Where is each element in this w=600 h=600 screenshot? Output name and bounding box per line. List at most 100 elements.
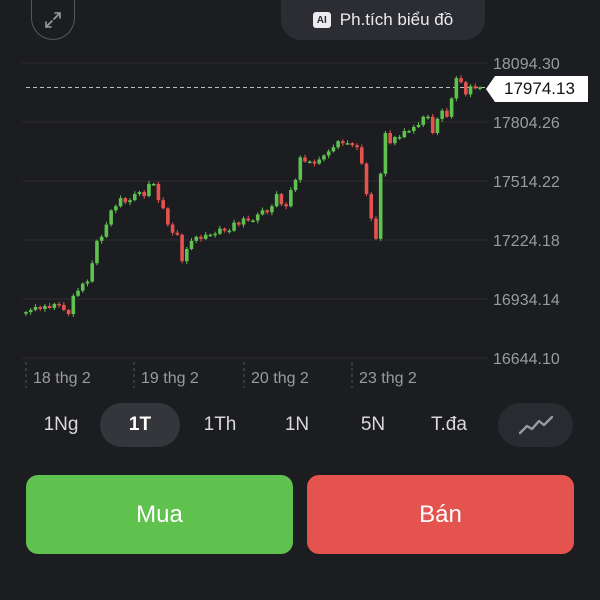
candle xyxy=(449,98,454,117)
period-label: 1T xyxy=(128,414,152,435)
candle xyxy=(227,230,232,233)
period-1n[interactable]: 1N xyxy=(260,403,334,447)
period-selector: 1Ng 1T 1Th 1N 5N T.đa xyxy=(22,403,492,447)
candle xyxy=(369,194,374,219)
period-5n[interactable]: 5N xyxy=(334,403,412,447)
candle xyxy=(307,161,312,164)
candle xyxy=(464,82,468,95)
candle xyxy=(189,240,194,249)
candle xyxy=(345,143,350,145)
period-1ng[interactable]: 1Ng xyxy=(22,403,100,447)
candle xyxy=(393,137,397,144)
candle xyxy=(407,131,411,133)
candle xyxy=(388,133,392,144)
candle xyxy=(142,192,147,197)
candle xyxy=(421,116,426,125)
candle xyxy=(237,222,241,225)
candle xyxy=(52,303,57,308)
candle xyxy=(251,220,255,223)
candle xyxy=(218,228,222,234)
candle xyxy=(279,194,284,205)
candle xyxy=(326,151,331,156)
line-chart-icon xyxy=(518,415,553,435)
candle xyxy=(411,126,416,132)
candle xyxy=(445,110,449,117)
candle xyxy=(57,303,61,306)
candle xyxy=(170,224,175,233)
candle xyxy=(289,189,293,207)
period-label: 1N xyxy=(284,414,310,435)
candle xyxy=(161,200,165,209)
buy-label: Mua xyxy=(136,500,183,528)
period-label: 1Th xyxy=(203,414,237,435)
x-tick-label: 19 thg 2 xyxy=(141,370,199,387)
candle xyxy=(24,312,28,314)
candle xyxy=(99,236,104,241)
candle xyxy=(66,310,71,315)
candle xyxy=(322,155,326,160)
price-chart[interactable]: 18094.30 17804.26 17514.22 17224.18 16934.14… xyxy=(0,0,600,400)
candle xyxy=(199,236,203,239)
candle xyxy=(270,206,274,213)
candle xyxy=(128,200,132,203)
candle xyxy=(374,218,378,239)
period-max[interactable]: T.đa xyxy=(412,403,486,447)
candle xyxy=(378,173,383,239)
candle xyxy=(180,234,184,262)
candle xyxy=(175,232,180,235)
candle xyxy=(213,233,217,236)
sell-button[interactable]: Bán xyxy=(307,475,574,554)
y-tick-label: 16644.10 xyxy=(493,351,560,368)
candle xyxy=(132,194,137,201)
y-tick-label: 17514.22 xyxy=(493,174,560,191)
candle xyxy=(156,183,161,201)
candle xyxy=(147,183,151,197)
candle xyxy=(303,157,307,162)
candle xyxy=(203,234,208,239)
period-label: 1Ng xyxy=(43,414,79,435)
candle xyxy=(440,110,444,119)
candle xyxy=(241,218,246,225)
candle xyxy=(336,141,340,148)
candle xyxy=(478,87,482,89)
y-tick-label: 18094.30 xyxy=(493,56,560,73)
candle xyxy=(435,118,440,134)
chart-type-button[interactable] xyxy=(498,403,573,447)
candle xyxy=(468,86,473,95)
candle xyxy=(397,137,402,139)
candle xyxy=(85,281,90,284)
candle xyxy=(341,141,345,144)
candle xyxy=(416,124,421,127)
candle xyxy=(430,116,435,134)
candle xyxy=(284,204,288,207)
period-label: 5N xyxy=(360,414,386,435)
candle xyxy=(293,179,298,190)
candle xyxy=(331,147,336,152)
candle xyxy=(402,131,407,138)
candle xyxy=(274,194,279,207)
period-1t[interactable]: 1T xyxy=(100,403,180,447)
candle xyxy=(62,304,66,311)
candle xyxy=(260,210,265,215)
candle xyxy=(255,214,260,221)
candle xyxy=(28,310,33,313)
candle xyxy=(90,263,95,282)
candle xyxy=(317,159,322,164)
y-tick-label: 17224.18 xyxy=(493,233,560,250)
candle xyxy=(383,133,388,174)
candle xyxy=(33,306,38,311)
candle xyxy=(350,143,355,146)
period-label: T.đa xyxy=(431,414,467,435)
candle xyxy=(43,305,47,309)
x-tick-label: 23 thg 2 xyxy=(359,370,417,387)
candle xyxy=(71,295,76,315)
candle xyxy=(265,210,269,213)
candle xyxy=(151,183,156,186)
candle xyxy=(123,198,128,203)
candle xyxy=(38,306,42,309)
buy-button[interactable]: Mua xyxy=(26,475,293,554)
candle xyxy=(355,145,359,148)
period-1th[interactable]: 1Th xyxy=(180,403,260,447)
current-price-tag: 17974.13 xyxy=(486,76,588,102)
candle xyxy=(312,161,317,164)
